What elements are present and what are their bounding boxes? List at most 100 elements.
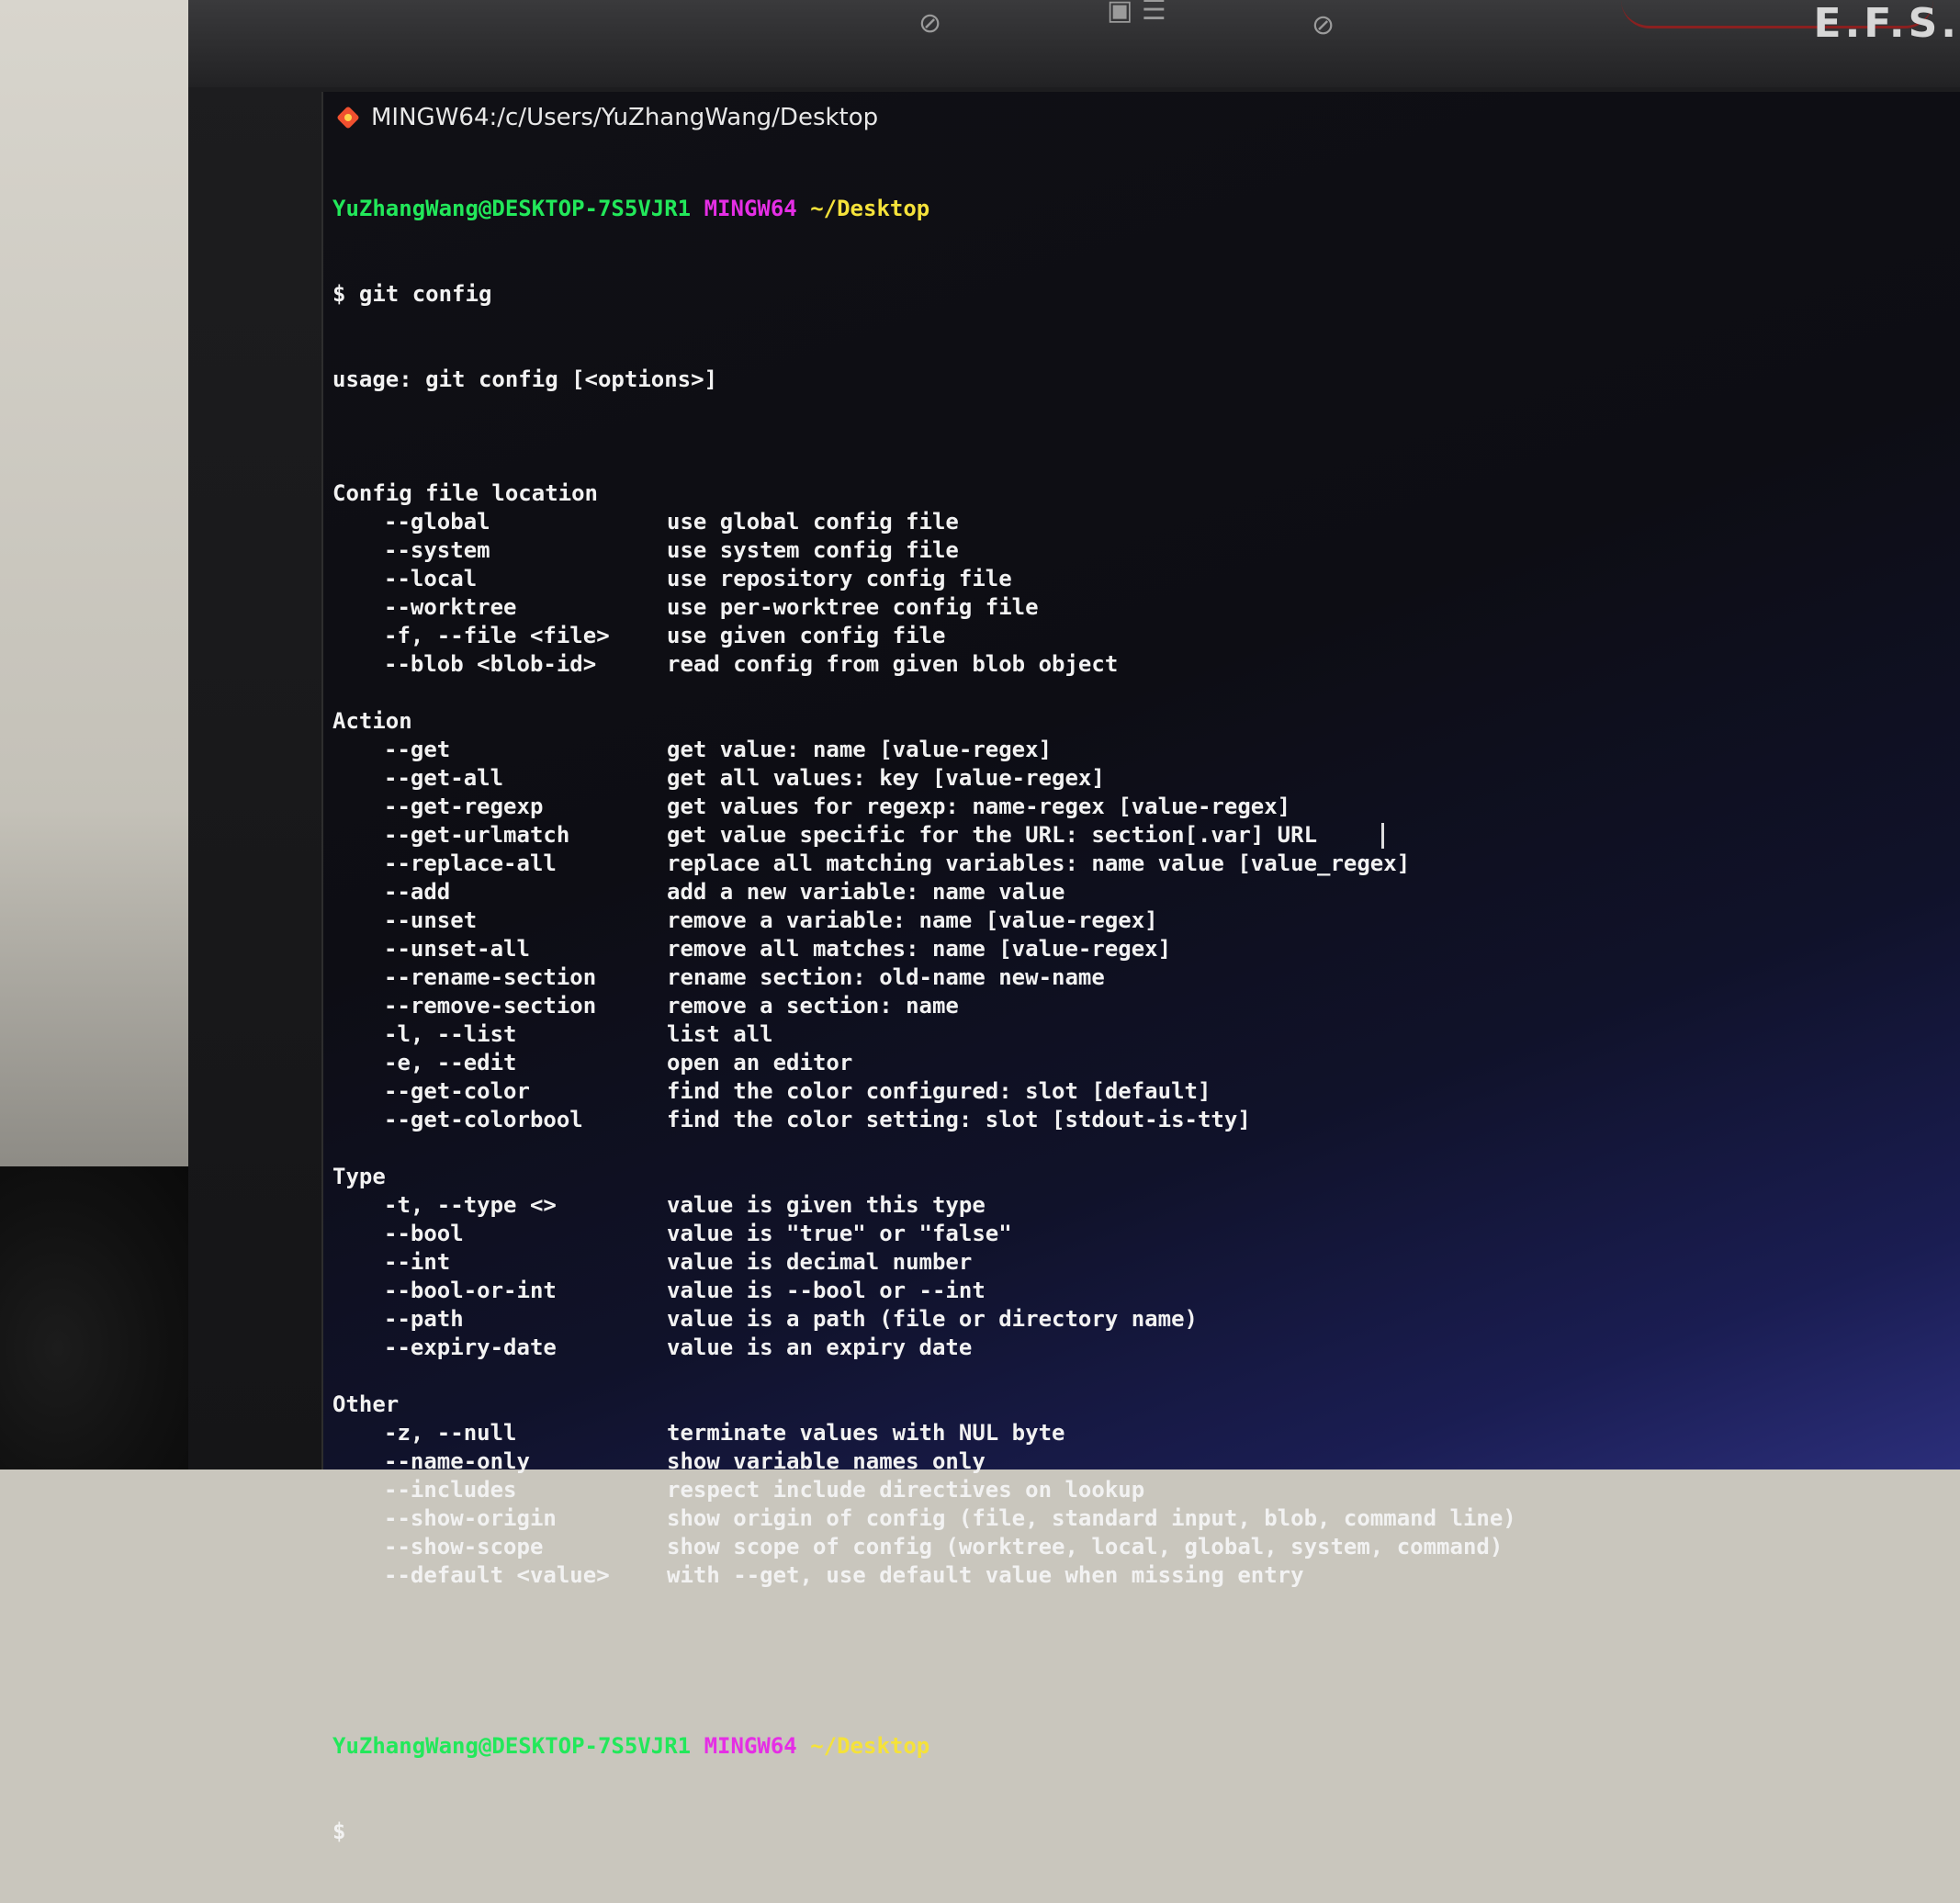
option-description: use global config file: [667, 509, 959, 535]
prompt-shell: MINGW64: [704, 196, 797, 221]
terminal-window[interactable]: MINGW64:/c/Users/YuZhangWang/Desktop YuZ…: [321, 92, 1960, 1844]
option-row: --blob <blob-id> read config from given b…: [332, 650, 1960, 679]
option-description: find the color setting: slot [stdout-is-…: [667, 1107, 1251, 1132]
option-flag: --local: [384, 566, 478, 591]
option-row: --get-color find the color configured: sl…: [332, 1077, 1960, 1106]
option-row: --show-origin show origin of config (file…: [332, 1504, 1960, 1533]
prompt-path: ~/Desktop: [810, 196, 930, 221]
option-flag: --unset-all: [384, 936, 530, 962]
option-row: --includes respect include directives on …: [332, 1476, 1960, 1504]
option-flag: --replace-all: [384, 850, 557, 876]
mouse-ibeam-cursor: [1381, 823, 1384, 849]
option-description: show variable names only: [667, 1448, 986, 1474]
option-description: respect include directives on lookup: [667, 1477, 1145, 1503]
option-row: -e, --edit open an editor: [332, 1049, 1960, 1077]
input-line[interactable]: $: [332, 1818, 1960, 1846]
section-heading: Other: [332, 1391, 400, 1417]
option-flag: --includes: [384, 1477, 517, 1503]
prompt-line: YuZhangWang@DESKTOP-7S5VJR1 MINGW64 ~/De…: [332, 195, 1960, 223]
option-description: add a new variable: name value: [667, 879, 1065, 905]
monitor-button-icon: ⊘: [1312, 9, 1335, 41]
prompt-line-final: YuZhangWang@DESKTOP-7S5VJR1 MINGW64 ~/De…: [332, 1732, 1960, 1761]
option-flag: --path: [384, 1306, 464, 1332]
option-flag: -t, --type <>: [384, 1192, 557, 1218]
option-description: rename section: old-name new-name: [667, 964, 1105, 990]
option-flag: --name-only: [384, 1448, 530, 1474]
option-description: use system config file: [667, 537, 959, 563]
monitor-joystick-icon: ⊘: [918, 7, 942, 39]
option-row: -l, --list list all: [332, 1020, 1960, 1049]
option-flag: --get-regexp: [384, 794, 544, 819]
option-row: --global use global config file: [332, 508, 1960, 536]
option-flag: --add: [384, 879, 451, 905]
option-description: show scope of config (worktree, local, g…: [667, 1534, 1504, 1560]
option-row: --remove-section remove a section: name: [332, 992, 1960, 1020]
option-description: replace all matching variables: name val…: [667, 850, 1411, 876]
background-cable: [0, 1166, 193, 1469]
option-row: --path value is a path (file or directory…: [332, 1305, 1960, 1334]
window-titlebar[interactable]: MINGW64:/c/Users/YuZhangWang/Desktop: [336, 101, 878, 134]
option-flag: --unset: [384, 907, 478, 933]
option-flag: --global: [384, 509, 490, 535]
prompt-user-host: YuZhangWang@DESKTOP-7S5VJR1: [332, 1733, 692, 1759]
option-description: terminate values with NUL byte: [667, 1420, 1065, 1446]
option-flag: --int: [384, 1249, 451, 1275]
section-heading: Type: [332, 1164, 386, 1189]
terminal-output[interactable]: YuZhangWang@DESKTOP-7S5VJR1 MINGW64 ~/De…: [332, 138, 1960, 1903]
option-flag: --worktree: [384, 594, 517, 620]
option-row: --replace-all replace all matching variab…: [332, 850, 1960, 878]
option-flag: -e, --edit: [384, 1050, 517, 1075]
option-flag: --default <value>: [384, 1562, 610, 1588]
option-row: --name-only show variable names only: [332, 1447, 1960, 1476]
option-row: --expiry-date value is an expiry date: [332, 1334, 1960, 1362]
option-flag: --get: [384, 737, 451, 762]
option-flag: --blob <blob-id>: [384, 651, 597, 677]
option-row: -t, --type <> value is given this type: [332, 1191, 1960, 1220]
option-row: --unset remove a variable: name [value-re…: [332, 906, 1960, 935]
option-row: --get-regexp get values for regexp: name-…: [332, 793, 1960, 821]
option-description: value is a path (file or directory name): [667, 1306, 1198, 1332]
monitor-brand: E.F.S.: [1813, 0, 1960, 47]
option-flag: --get-color: [384, 1078, 530, 1104]
option-flag: --get-urlmatch: [384, 822, 570, 848]
option-description: remove a section: name: [667, 993, 959, 1019]
command-line: $ git config: [332, 281, 492, 307]
option-row: --get get value: name [value-regex]: [332, 736, 1960, 764]
option-row: --system use system config file: [332, 536, 1960, 565]
option-flag: --bool-or-int: [384, 1278, 557, 1303]
git-bash-icon: [336, 106, 360, 129]
help-sections: Config file location --global use global c…: [332, 451, 1960, 1590]
option-row: --local use repository config file: [332, 565, 1960, 593]
option-row: --show-scope show scope of config (worktr…: [332, 1533, 1960, 1561]
option-description: remove all matches: name [value-regex]: [667, 936, 1172, 962]
prompt-shell: MINGW64: [704, 1733, 797, 1759]
option-flag: --system: [384, 537, 490, 563]
prompt-path: ~/Desktop: [810, 1733, 930, 1759]
option-row: --bool-or-int value is --bool or --int: [332, 1277, 1960, 1305]
section-heading: Config file location: [332, 480, 598, 506]
option-description: with --get, use default value when missi…: [667, 1562, 1304, 1588]
option-row: --int value is decimal number: [332, 1248, 1960, 1277]
option-description: remove a variable: name [value-regex]: [667, 907, 1158, 933]
option-description: value is "true" or "false": [667, 1221, 1012, 1246]
prompt-symbol: $: [332, 1819, 346, 1844]
option-row: -z, --null terminate values with NUL byte: [332, 1419, 1960, 1447]
option-description: find the color configured: slot [default…: [667, 1078, 1211, 1104]
option-flag: --get-colorbool: [384, 1107, 583, 1132]
option-flag: --expiry-date: [384, 1334, 557, 1360]
option-row: --add add a new variable: name value: [332, 878, 1960, 906]
option-row: -f, --file <file> use given config file: [332, 622, 1960, 650]
prompt-user-host: YuZhangWang@DESKTOP-7S5VJR1: [332, 196, 692, 221]
option-flag: -l, --list: [384, 1021, 517, 1047]
option-flag: -z, --null: [384, 1420, 517, 1446]
option-description: open an editor: [667, 1050, 853, 1075]
option-description: get all values: key [value-regex]: [667, 765, 1105, 791]
section-heading: Action: [332, 708, 412, 734]
option-row: --default <value> with --get, use default…: [332, 1561, 1960, 1590]
option-row: --get-urlmatch get value specific for the…: [332, 821, 1960, 850]
monitor-menu-icon: ▣ ☰: [1107, 0, 1166, 27]
usage-line: usage: git config [<options>]: [332, 366, 718, 392]
option-description: use given config file: [667, 623, 946, 648]
option-flag: --show-scope: [384, 1534, 544, 1560]
option-flag: --bool: [384, 1221, 464, 1246]
